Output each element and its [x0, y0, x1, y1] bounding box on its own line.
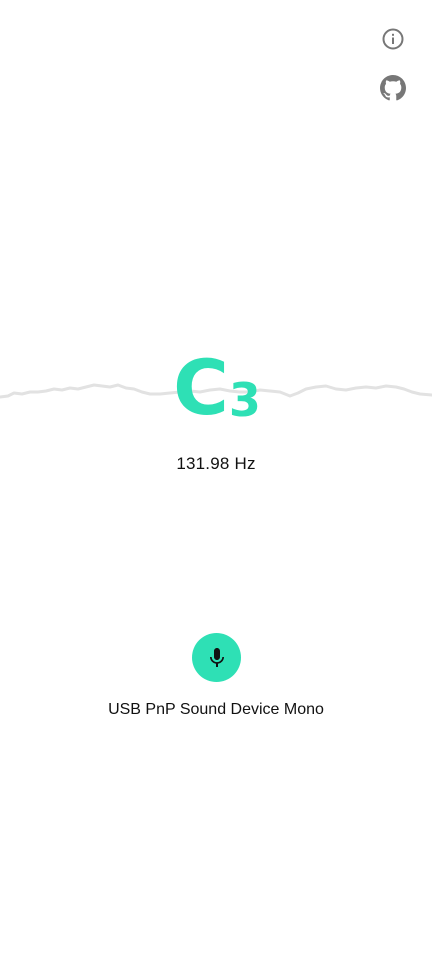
microphone-icon	[209, 647, 224, 667]
microphone-button[interactable]	[192, 633, 241, 682]
input-device-label: USB PnP Sound Device Mono	[108, 701, 324, 718]
github-icon	[380, 75, 406, 101]
note-octave: 3	[228, 373, 261, 427]
note-display-wrapper: C 3	[0, 350, 432, 430]
frequency-readout: 131.98 Hz	[176, 454, 256, 473]
info-icon	[382, 28, 404, 50]
note-display: C 3	[173, 343, 261, 432]
note-letter: C	[173, 343, 229, 432]
github-button[interactable]	[380, 75, 406, 101]
info-button[interactable]	[380, 26, 406, 52]
